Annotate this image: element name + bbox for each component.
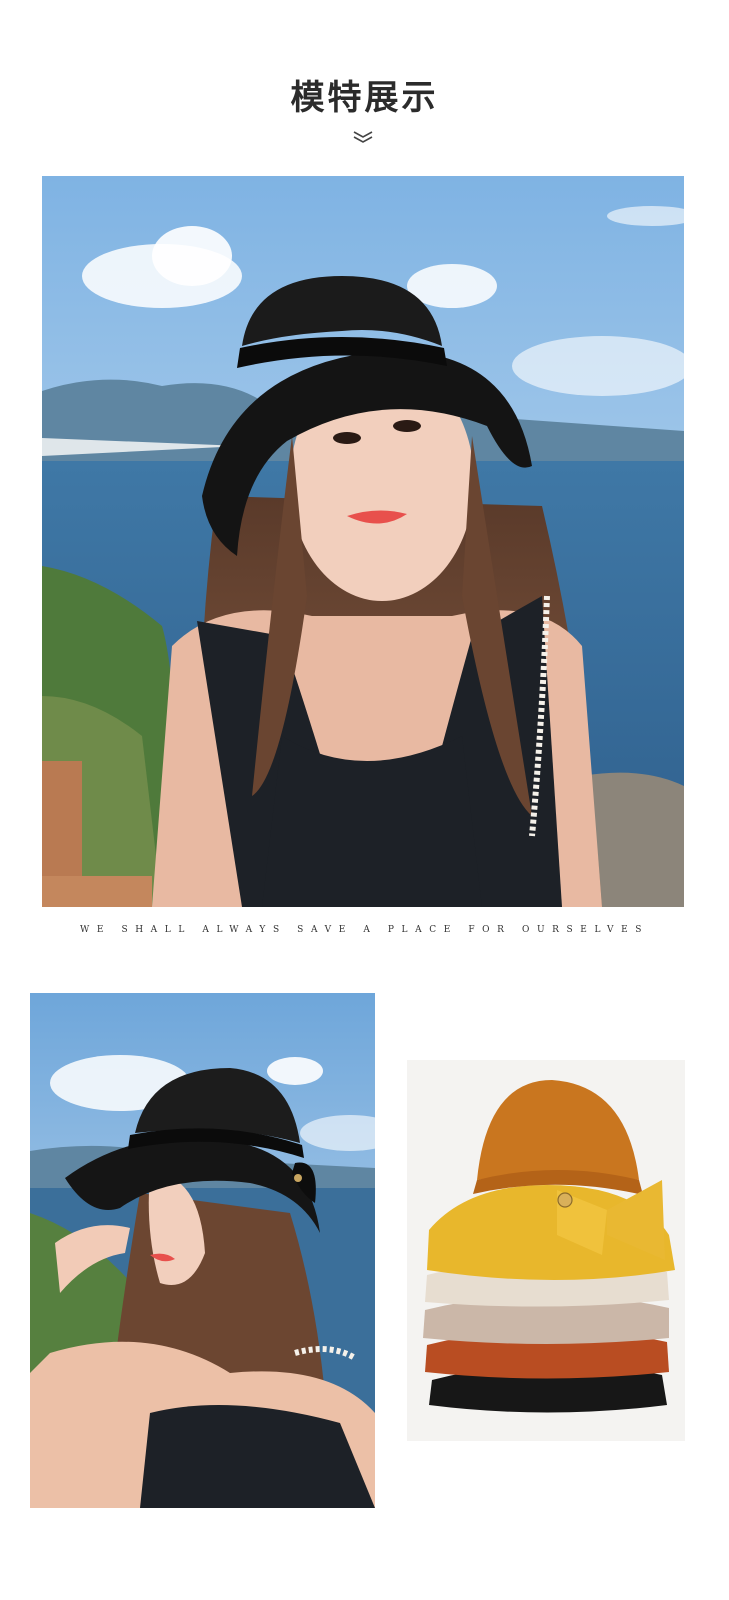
model-side-photo [30, 993, 375, 1508]
double-chevron-down-icon [353, 131, 373, 143]
section-title: 模特展示 [290, 78, 439, 118]
model-portrait-photo [42, 176, 684, 907]
tagline: WE SHALL ALWAYS SAVE A PLACE FOR OURSELV… [79, 925, 650, 935]
hat-stack-product-photo [407, 1060, 685, 1441]
